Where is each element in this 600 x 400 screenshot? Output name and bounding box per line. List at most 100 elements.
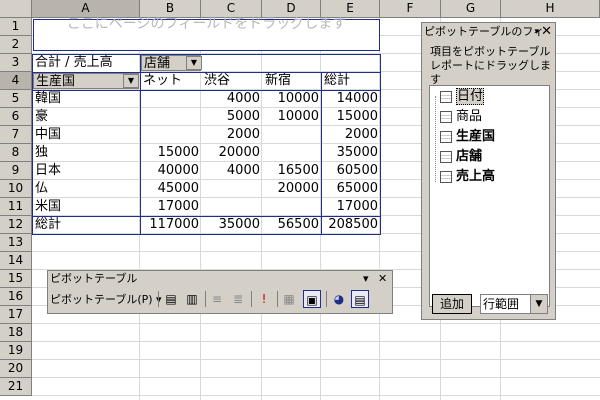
refresh-data-icon[interactable]: ! — [255, 290, 273, 308]
row-item-label[interactable]: 総計 — [33, 216, 139, 234]
hide-detail-icon[interactable]: ≡ — [208, 290, 226, 308]
row-header[interactable]: 10 — [0, 180, 32, 198]
pivot-value-cell[interactable]: 20000 — [202, 144, 262, 162]
pivot-value-cell[interactable]: 117000 — [141, 216, 201, 234]
row-header[interactable]: 20 — [0, 360, 32, 378]
chart-wizard-icon[interactable]: ▥ — [183, 290, 201, 308]
field-label: 商品 — [456, 109, 483, 124]
row-header[interactable]: 6 — [0, 108, 32, 126]
row-header[interactable]: 5 — [0, 90, 32, 108]
column-header-f[interactable]: F — [380, 0, 441, 18]
pivot-value-cell[interactable]: 4000 — [202, 162, 262, 180]
row-item-label[interactable]: 米国 — [33, 198, 139, 216]
column-item-header[interactable]: 渋谷 — [202, 72, 262, 90]
row-header[interactable]: 17 — [0, 306, 32, 324]
toolbar-close-icon[interactable]: ✕ — [378, 271, 387, 287]
field-item[interactable]: 日付 — [440, 88, 485, 106]
show-field-list-icon[interactable]: ▤ — [351, 290, 369, 308]
column-header-h[interactable]: H — [501, 0, 600, 18]
row-header[interactable]: 2 — [0, 36, 32, 54]
pivot-value-cell[interactable]: 15000 — [322, 108, 380, 126]
field-item[interactable]: 店舗 — [440, 148, 482, 166]
pivot-value-cell[interactable]: 2000 — [322, 126, 380, 144]
pivot-value-cell[interactable] — [263, 144, 321, 162]
pivot-value-cell[interactable]: 5000 — [202, 108, 262, 126]
pivot-menu-button[interactable]: ピボットテーブル(P) ▾ — [50, 291, 162, 309]
row-header[interactable]: 19 — [0, 342, 32, 360]
column-item-header[interactable]: 新宿 — [263, 72, 321, 90]
pivot-value-cell[interactable] — [202, 180, 262, 198]
field-label: 生産国 — [456, 129, 496, 144]
pivot-value-cell[interactable]: 16500 — [263, 162, 321, 180]
toolbar-titlebar[interactable]: ピボットテーブル ▾ ✕ — [48, 271, 392, 287]
row-header[interactable]: 16 — [0, 288, 32, 306]
toolbar-dropdown-icon[interactable]: ▾ — [363, 271, 369, 287]
row-item-label[interactable]: 豪 — [33, 108, 139, 126]
pivot-border — [32, 216, 381, 217]
pivot-value-cell[interactable]: 10000 — [263, 108, 321, 126]
row-header[interactable]: 21 — [0, 378, 32, 396]
row-header[interactable]: 13 — [0, 234, 32, 252]
pivot-value-cell[interactable]: 4000 — [202, 90, 262, 108]
row-header[interactable]: 7 — [0, 126, 32, 144]
row-header[interactable]: 8 — [0, 144, 32, 162]
field-settings-icon[interactable]: ▦ — [280, 290, 298, 308]
row-header[interactable]: 15 — [0, 270, 32, 288]
row-field-dropdown-icon[interactable]: ▼ — [123, 74, 139, 88]
pivot-value-cell[interactable]: 2000 — [202, 126, 262, 144]
row-item-label[interactable]: 仏 — [33, 180, 139, 198]
pivot-value-cell[interactable]: 208500 — [322, 216, 380, 234]
pivot-value-cell[interactable]: 56500 — [263, 216, 321, 234]
field-item[interactable]: 生産国 — [440, 128, 495, 146]
include-hidden-items-icon[interactable]: ▣ — [303, 290, 321, 308]
pivot-value-cell[interactable] — [202, 198, 262, 216]
row-header[interactable]: 14 — [0, 252, 32, 270]
add-to-button[interactable]: 追加 — [432, 294, 472, 314]
pivot-value-cell[interactable]: 17000 — [141, 198, 201, 216]
field-list-dropdown-icon[interactable]: ▾ — [534, 24, 539, 40]
pivot-value-cell[interactable] — [263, 198, 321, 216]
field-item[interactable]: 売上高 — [440, 168, 495, 186]
column-header-g[interactable]: G — [441, 0, 501, 18]
pivot-value-cell[interactable] — [263, 126, 321, 144]
page-field-drop-zone[interactable]: ここにページのフィールドをドラッグします — [33, 17, 380, 51]
pivot-value-cell[interactable]: 40000 — [141, 162, 201, 180]
pivot-value-cell[interactable]: 17000 — [322, 198, 380, 216]
area-select[interactable]: 行範囲 ▼ — [480, 294, 548, 314]
select-all-corner[interactable] — [0, 0, 32, 18]
pivot-value-cell[interactable]: 20000 — [263, 180, 321, 198]
row-item-label[interactable]: 中国 — [33, 126, 139, 144]
row-header[interactable]: 1 — [0, 18, 32, 36]
data-field-label[interactable]: 合計 / 売上高 — [33, 54, 139, 72]
row-header[interactable]: 11 — [0, 198, 32, 216]
column-field-dropdown-icon[interactable]: ▼ — [186, 56, 202, 70]
pivot-value-cell[interactable] — [141, 108, 201, 126]
row-header[interactable]: 3 — [0, 54, 32, 72]
field-list-close-icon[interactable]: ✕ — [541, 24, 552, 40]
pivot-value-cell[interactable]: 10000 — [263, 90, 321, 108]
pivot-value-cell[interactable]: 35000 — [322, 144, 380, 162]
pivot-value-cell[interactable]: 65000 — [322, 180, 380, 198]
row-item-label[interactable]: 独 — [33, 144, 139, 162]
row-header[interactable]: 12 — [0, 216, 32, 234]
row-item-label[interactable]: 日本 — [33, 162, 139, 180]
row-header[interactable]: 18 — [0, 324, 32, 342]
format-report-icon[interactable]: ▤ — [162, 290, 180, 308]
field-list-toggle-icon[interactable]: ◕ — [330, 290, 348, 308]
pivot-value-cell[interactable]: 14000 — [322, 90, 380, 108]
pivot-value-cell[interactable]: 15000 — [141, 144, 201, 162]
pivot-value-cell[interactable] — [141, 126, 201, 144]
field-list-titlebar[interactable]: ピボットテーブルのフィ ▾ ✕ — [422, 23, 555, 41]
field-item[interactable]: 商品 — [440, 108, 482, 126]
show-detail-icon[interactable]: ≣ — [229, 290, 247, 308]
pivot-value-cell[interactable]: 35000 — [202, 216, 262, 234]
pivot-value-cell[interactable]: 60500 — [322, 162, 380, 180]
row-header[interactable]: 4 — [0, 72, 32, 90]
row-header[interactable]: 9 — [0, 162, 32, 180]
chevron-down-icon[interactable]: ▼ — [530, 295, 547, 313]
column-item-header[interactable]: 総計 — [322, 72, 380, 90]
pivot-value-cell[interactable]: 45000 — [141, 180, 201, 198]
column-item-header[interactable]: ネット — [141, 72, 201, 90]
row-item-label[interactable]: 韓国 — [33, 90, 139, 108]
pivot-value-cell[interactable] — [141, 90, 201, 108]
